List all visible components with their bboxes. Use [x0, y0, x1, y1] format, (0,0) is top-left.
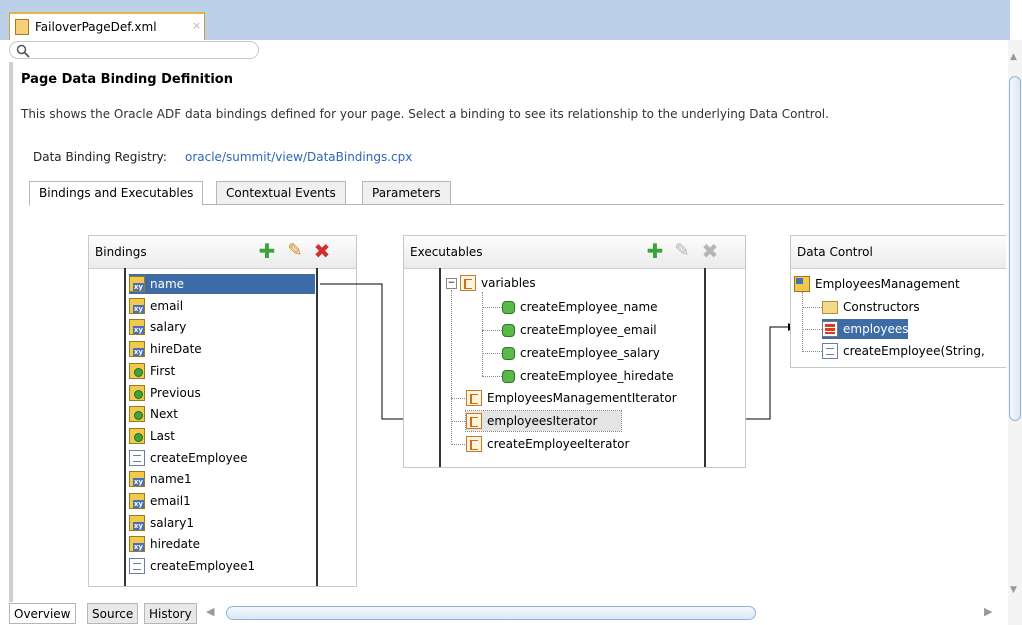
variable-icon [502, 300, 515, 314]
tree-guide [802, 351, 822, 352]
method-icon [822, 343, 838, 359]
executables-panel: Executables ✚ ✎ ✖ − variables createEmploy… [403, 235, 746, 468]
executable-iterator[interactable]: EmployeesManagementIterator [466, 388, 677, 408]
tree-guide [802, 329, 822, 330]
executable-variables[interactable]: variables [460, 273, 536, 293]
delete-executable-icon[interactable]: ✖ [699, 240, 721, 262]
tab-source[interactable]: Source [87, 603, 139, 624]
edit-executable-icon[interactable]: ✎ [671, 240, 693, 262]
scroll-left-icon[interactable]: ◀ [206, 605, 214, 618]
tab-history[interactable]: History [144, 603, 197, 624]
data-control-child[interactable]: Constructors [822, 297, 920, 317]
executable-variables-label: variables [481, 276, 536, 290]
scroll-right-icon[interactable]: ▶ [984, 605, 992, 618]
executable-variable[interactable]: createEmployee_name [502, 297, 658, 317]
variables-icon [460, 275, 476, 291]
tree-guide [451, 421, 465, 422]
executables-title: Executables [410, 245, 483, 259]
tree-guide [802, 307, 822, 308]
executable-variable[interactable]: createEmployee_salary [502, 343, 660, 363]
executable-variable[interactable]: createEmployee_hiredate [502, 366, 674, 386]
tree-guide [482, 292, 483, 376]
tree-guide [802, 292, 803, 350]
executables-right-rule [704, 268, 706, 467]
executable-iterator-label: employeesIterator [487, 414, 598, 428]
data-control-child-label: createEmployee(String, [843, 344, 985, 358]
tree-guide [451, 444, 465, 445]
executable-variable-label: createEmployee_hiredate [520, 369, 674, 383]
data-control-icon [794, 276, 810, 292]
tree-guide [482, 330, 502, 331]
horizontal-scroll-thumb[interactable] [226, 606, 756, 620]
data-control-root-label: EmployeesManagement [815, 277, 960, 291]
variable-icon [502, 323, 515, 337]
vertical-scroll-thumb[interactable] [1009, 76, 1021, 421]
iterator-icon [466, 436, 482, 452]
data-control-child[interactable]: createEmployee(String, [822, 341, 985, 361]
executable-variable-label: createEmployee_name [520, 300, 658, 314]
data-control-title: Data Control [797, 245, 873, 259]
variable-icon [502, 369, 515, 383]
add-executable-icon[interactable]: ✚ [644, 240, 666, 262]
data-control-root[interactable]: EmployeesManagement [794, 274, 960, 294]
data-control-panel: Data Control EmployeesManagement Construc… [790, 235, 1006, 368]
executables-left-rule [439, 268, 441, 467]
tree-guide [482, 376, 502, 377]
scroll-up-icon[interactable]: ▲ [1010, 52, 1017, 62]
tree-guide [451, 398, 465, 399]
tree-guide [482, 353, 502, 354]
vertical-scrollbar[interactable]: ▲ ▼ [1008, 40, 1022, 625]
iterator-icon [466, 390, 482, 406]
executable-iterator[interactable]: createEmployeeIterator [466, 434, 629, 454]
executable-variable-label: createEmployee_email [520, 323, 657, 337]
executable-iterator[interactable]: employeesIterator [465, 410, 622, 432]
tree-guide [482, 307, 502, 308]
data-control-child-label: employees [843, 322, 909, 336]
executables-header: Executables ✚ ✎ ✖ [404, 236, 745, 269]
executable-variable[interactable]: createEmployee_email [502, 320, 657, 340]
executable-iterator-label: EmployeesManagementIterator [487, 391, 677, 405]
scroll-down-icon[interactable]: ▼ [1010, 585, 1017, 595]
horizontal-scrollbar[interactable]: ◀ ▶ [202, 604, 1002, 622]
tree-guide [451, 290, 452, 442]
data-control-header: Data Control [791, 236, 1006, 269]
iterator-icon [466, 413, 482, 429]
folder-icon [822, 300, 838, 314]
executable-iterator-label: createEmployeeIterator [487, 437, 630, 451]
tab-overview[interactable]: Overview [9, 603, 76, 624]
data-control-child-label: Constructors [843, 300, 920, 314]
data-control-child[interactable]: employees [822, 319, 909, 339]
executable-variable-label: createEmployee_salary [520, 346, 660, 360]
collapse-toggle-icon[interactable]: − [446, 278, 457, 289]
variable-icon [502, 346, 515, 360]
collection-icon [822, 321, 838, 337]
